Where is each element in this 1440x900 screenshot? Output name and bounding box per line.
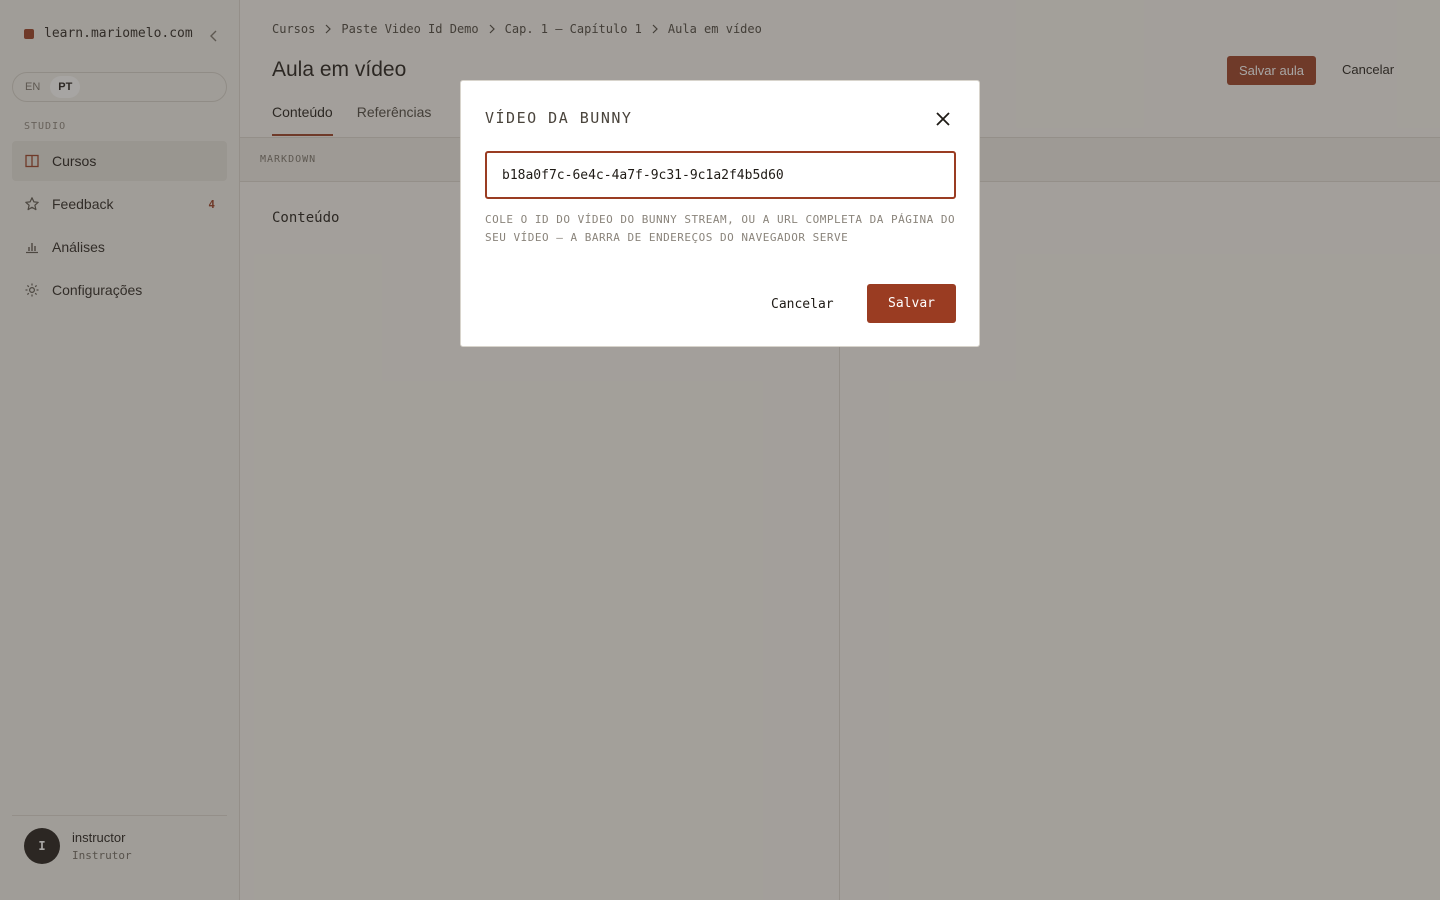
dialog-save-button[interactable]: Salvar: [867, 284, 956, 323]
dialog-cancel-button[interactable]: Cancelar: [757, 285, 848, 323]
close-icon[interactable]: [933, 109, 953, 129]
input-hint: COLE O ID DO VÍDEO DO BUNNY STREAM, OU A…: [485, 213, 956, 244]
video-id-input[interactable]: [485, 151, 956, 199]
bunny-video-dialog: VÍDEO DA BUNNY COLE O ID DO VÍDEO DO BUN…: [460, 80, 980, 347]
dialog-title: VÍDEO DA BUNNY: [485, 109, 633, 127]
